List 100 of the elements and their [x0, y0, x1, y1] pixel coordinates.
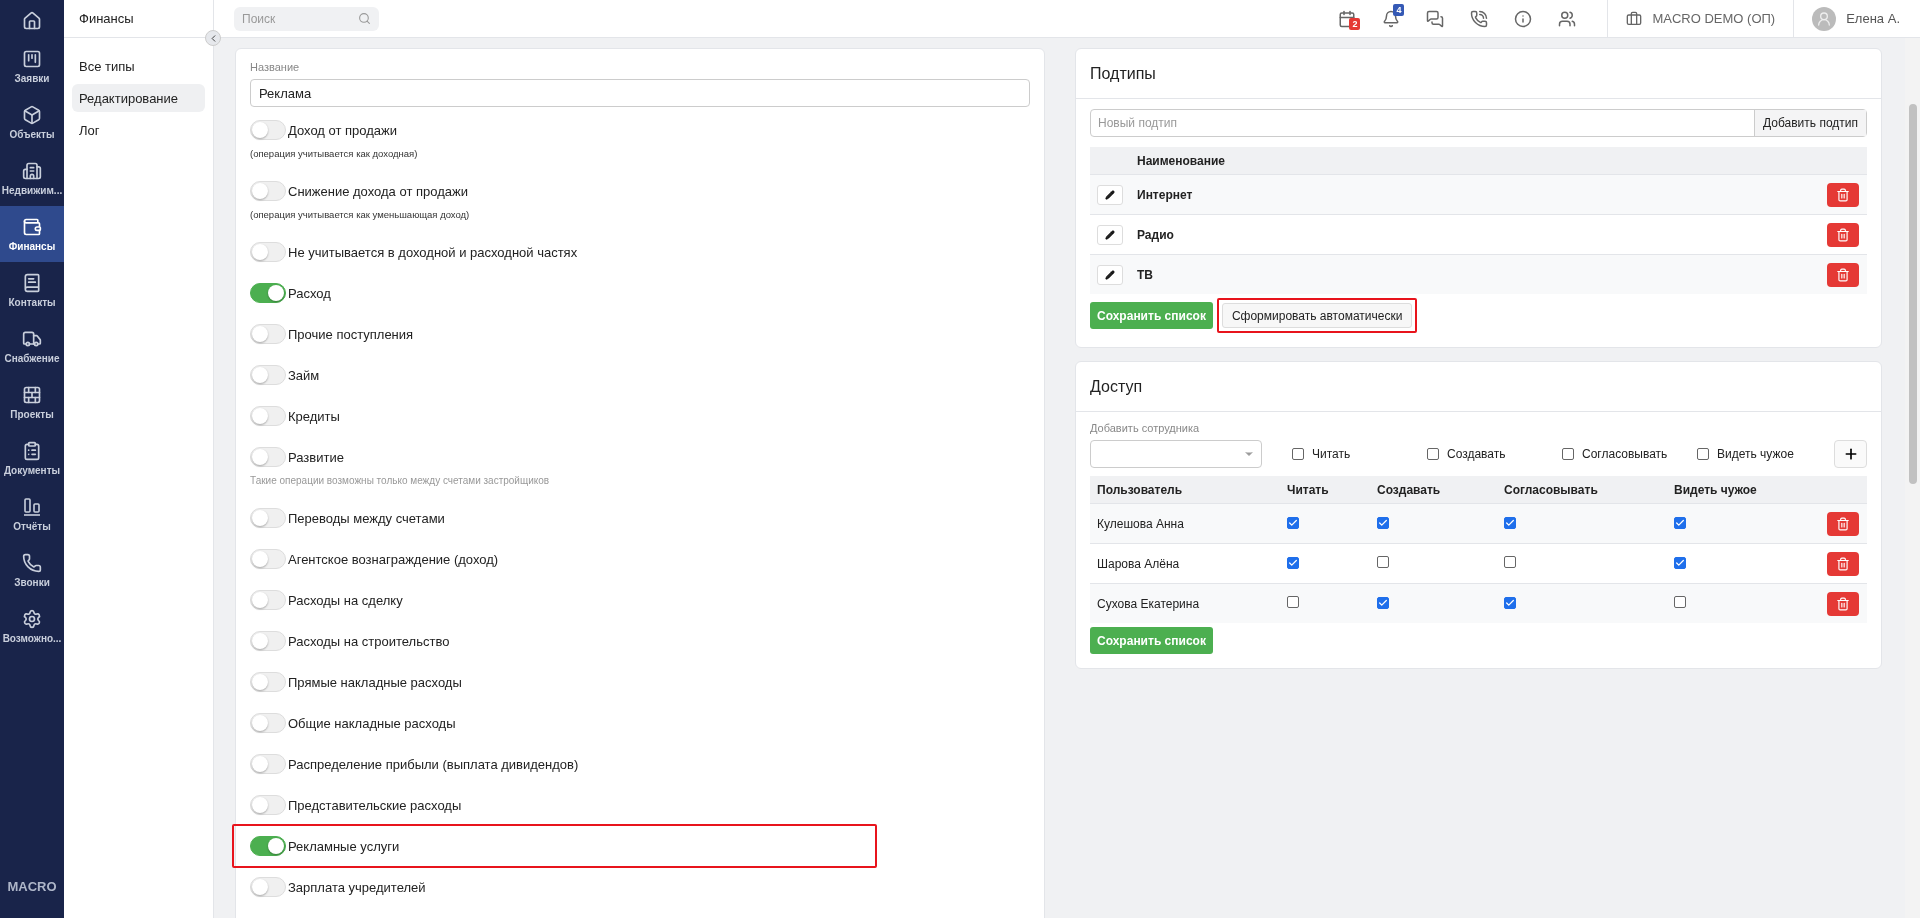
- chat-icon[interactable]: [1426, 9, 1445, 28]
- home-icon[interactable]: [22, 11, 42, 31]
- info-icon[interactable]: [1514, 9, 1533, 28]
- toggle-label: Кредиты: [288, 408, 340, 424]
- nav-item[interactable]: Объекты: [0, 94, 64, 150]
- trash-icon: [1836, 556, 1850, 571]
- checkbox[interactable]: [1504, 556, 1516, 568]
- check-icon: [1288, 517, 1298, 528]
- user-name[interactable]: Елена А.: [1846, 11, 1900, 26]
- delete-button[interactable]: [1827, 551, 1859, 576]
- nav-item[interactable]: Недвижим...: [0, 150, 64, 206]
- check-icon: [1288, 557, 1298, 568]
- checkbox[interactable]: [1377, 516, 1389, 529]
- checkbox[interactable]: [1292, 448, 1304, 460]
- edit-button[interactable]: [1097, 224, 1123, 245]
- cube-icon: [22, 104, 42, 125]
- check-icon: [1505, 597, 1515, 608]
- delete-button[interactable]: [1827, 511, 1859, 536]
- trash-icon: [1836, 516, 1850, 531]
- trash-icon: [1836, 187, 1850, 202]
- submenu-item[interactable]: Лог: [72, 116, 205, 144]
- pencil-icon: [1105, 229, 1115, 240]
- checkbox[interactable]: [1287, 596, 1299, 608]
- phone-call-icon[interactable]: [1470, 9, 1489, 28]
- nav-item[interactable]: Снабжение: [0, 318, 64, 374]
- table-cell-text: ТВ: [1136, 267, 1154, 282]
- pencil-icon: [1105, 269, 1115, 280]
- checkbox[interactable]: [1377, 556, 1389, 568]
- pencil-icon: [1105, 189, 1115, 200]
- trash-icon: [1836, 267, 1850, 282]
- users-icon[interactable]: [1558, 9, 1577, 28]
- toggle-label: Не учитывается в доходной и расходной частях: [288, 244, 578, 260]
- delete-button[interactable]: [1827, 262, 1859, 287]
- check-icon: [1675, 517, 1685, 528]
- count-badge: 4: [1393, 3, 1405, 16]
- company-name[interactable]: MACRO DEMO (ОП): [1652, 11, 1776, 26]
- edit-button[interactable]: [1097, 184, 1123, 205]
- nav-item[interactable]: Контакты: [0, 262, 64, 318]
- nav-item[interactable]: Звонки: [0, 542, 64, 598]
- hint-text: (операция учитывается как уменьшающая доход): [250, 208, 471, 222]
- search-icon: [358, 12, 371, 25]
- submenu-item[interactable]: Редактирование: [72, 84, 205, 112]
- table-cell-text: Интернет: [1136, 187, 1194, 202]
- delete-button[interactable]: [1827, 222, 1859, 247]
- toggle-label: Расходы на сделку: [288, 592, 403, 608]
- toggle-label: Прямые накладные расходы: [288, 674, 462, 690]
- toggle-switch[interactable]: [250, 836, 286, 856]
- toggle-label: Распределение прибыли (выплата дивидендов): [288, 756, 579, 772]
- count-badge: 2: [1349, 17, 1361, 30]
- checkbox[interactable]: [1674, 596, 1686, 608]
- delete-button[interactable]: [1827, 182, 1859, 207]
- column-header: Наименование: [1136, 153, 1227, 168]
- briefcase-icon: [1626, 10, 1643, 27]
- toggle-switch[interactable]: [250, 283, 286, 303]
- toggle-label: Расход: [288, 285, 331, 301]
- checkbox[interactable]: [1504, 596, 1516, 609]
- checkbox[interactable]: [1287, 556, 1299, 569]
- checkbox[interactable]: [1674, 556, 1686, 569]
- brand-logo: MACRO: [6, 879, 58, 894]
- toggle-label: Зарплата учредителей: [288, 879, 426, 895]
- add-button[interactable]: [1834, 440, 1867, 468]
- hint-text: Такие операции возможны только между счетами застройщиков: [250, 474, 551, 488]
- checkbox[interactable]: [1427, 448, 1439, 460]
- column-header: Пользователь: [1096, 482, 1184, 497]
- scrollbar-thumb[interactable]: [1909, 104, 1917, 484]
- nav-item[interactable]: Проекты: [0, 374, 64, 430]
- toggle-label: Доход от продажи: [288, 122, 398, 138]
- auto-generate-button[interactable]: Сформировать автоматически: [1221, 303, 1413, 328]
- hint-text: (операция учитывается как доходная): [250, 147, 419, 161]
- table-cell-text: Радио: [1136, 227, 1175, 242]
- kanban-icon: [22, 48, 42, 69]
- field-label: Добавить сотрудника: [1090, 422, 1201, 434]
- submenu-item[interactable]: Все типы: [72, 52, 205, 80]
- nav-item[interactable]: Финансы: [0, 206, 64, 262]
- settings-icon: [22, 608, 42, 629]
- nav-item[interactable]: Заявки: [0, 38, 64, 94]
- toggle-label: Расходы на строительство: [288, 633, 450, 649]
- checkbox[interactable]: [1287, 516, 1299, 529]
- column-header: Читать: [1286, 482, 1330, 497]
- toggle-label: Представительские расходы: [288, 797, 462, 813]
- check-icon: [1675, 557, 1685, 568]
- nav-item[interactable]: Документы: [0, 430, 64, 486]
- phone-icon: [22, 552, 42, 573]
- checkbox[interactable]: [1697, 448, 1709, 460]
- notifications-icon[interactable]: [1382, 9, 1401, 28]
- column-header: Согласовывать: [1503, 482, 1599, 497]
- bar-chart-icon: [22, 496, 42, 517]
- check-icon: [1505, 517, 1515, 528]
- delete-button[interactable]: [1827, 591, 1859, 616]
- edit-button[interactable]: [1097, 264, 1123, 285]
- book-icon: [22, 272, 42, 293]
- toggle-label: Переводы между счетами: [288, 510, 445, 526]
- name-input[interactable]: Реклама: [250, 79, 1030, 107]
- checkbox[interactable]: [1504, 516, 1516, 529]
- checkbox[interactable]: [1674, 516, 1686, 529]
- brick-wall-icon: [22, 384, 42, 405]
- nav-item[interactable]: Отчёты: [0, 486, 64, 542]
- checkbox[interactable]: [1562, 448, 1574, 460]
- nav-item[interactable]: Возможно...: [0, 598, 64, 654]
- checkbox[interactable]: [1377, 596, 1389, 609]
